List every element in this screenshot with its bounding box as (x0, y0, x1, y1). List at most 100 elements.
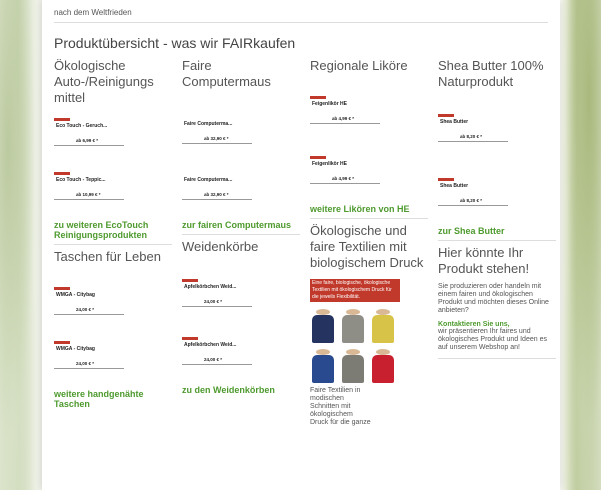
sale-tag (182, 337, 198, 340)
product-name[interactable]: Faire Computerma... (184, 121, 232, 127)
sale-tag (54, 172, 70, 175)
price-underline (438, 205, 508, 206)
shea-butter-link[interactable]: zur Shea Butter (438, 226, 556, 236)
product-price: 24,00 € * (204, 357, 223, 362)
price-underline (54, 145, 124, 146)
tshirt-image (370, 307, 396, 345)
offer-text-2: wir präsentieren Ihr faires und ökologis… (438, 328, 547, 351)
tshirt-image (340, 307, 366, 345)
product-card[interactable]: WMGA - Citybag 24,00 € * (54, 287, 172, 329)
section-heading: Ökologische Auto-/Reinigungs mittel (54, 58, 154, 105)
background-left (0, 0, 40, 490)
product-name[interactable]: Eco Touch - Teppic... (56, 177, 106, 183)
product-name[interactable]: Apfelkörbchen Weid... (184, 342, 236, 348)
more-bags-link[interactable]: weitere handgenähte Taschen (54, 389, 172, 409)
tshirt-image (310, 347, 336, 385)
section-heading: Ökologische und faire Textilien mit biol… (310, 223, 424, 270)
fair-mouse-link[interactable]: zur fairen Computermaus (182, 220, 300, 230)
sale-tag (54, 118, 70, 121)
tshirt-gallery[interactable] (310, 307, 428, 385)
tshirt-image (310, 307, 336, 345)
product-price: ab 10,99 € * (76, 192, 101, 197)
product-card[interactable]: Feigenlikör HE ab 4,99 € * (310, 156, 428, 198)
price-underline (182, 143, 252, 144)
product-name[interactable]: Feigenlikör HE (312, 101, 347, 107)
price-underline (54, 314, 124, 315)
product-price: ab 8,20 € * (460, 134, 483, 139)
section-heading: Weidenkörbe (182, 239, 259, 254)
section-heading: Regionale Liköre (310, 58, 408, 73)
sale-tag (54, 341, 70, 344)
top-note: nach dem Weltfrieden (54, 8, 132, 17)
product-price: 24,00 € * (76, 307, 95, 312)
divider (310, 218, 428, 219)
sale-tag (310, 156, 326, 159)
section-heading: Hier könnte Ihr Produkt stehen! (438, 245, 530, 276)
product-price: 24,00 € * (204, 299, 223, 304)
price-underline (310, 183, 380, 184)
product-name[interactable]: Shea Butter (440, 119, 468, 125)
divider (182, 234, 300, 235)
product-price: ab 8,20 € * (460, 198, 483, 203)
product-price: ab 32,90 € * (204, 136, 229, 141)
product-name[interactable]: Feigenlikör HE (312, 161, 347, 167)
product-name[interactable]: Faire Computerma... (184, 177, 232, 183)
product-card[interactable]: Faire Computerma... ab 32,90 € * (182, 116, 300, 158)
product-card[interactable]: Apfelkörbchen Weid... 24,00 € * (182, 337, 300, 379)
page-title: Produktübersicht - was wir FAIRkaufen (54, 35, 296, 51)
product-price: 24,00 € * (76, 361, 95, 366)
sale-tag (182, 279, 198, 282)
product-card[interactable]: WMGA - Citybag 24,00 € * (54, 341, 172, 383)
price-underline (182, 199, 252, 200)
content-page: nach dem Weltfrieden Produktübersicht - … (42, 0, 560, 490)
divider (54, 22, 548, 23)
product-card[interactable]: Feigenlikör HE ab 4,99 € * (310, 96, 428, 138)
tshirt-image (370, 347, 396, 385)
sale-tag (310, 96, 326, 99)
section-heading: Faire Computermaus (182, 58, 271, 89)
price-underline (54, 368, 124, 369)
sale-tag (54, 287, 70, 290)
price-underline (182, 306, 252, 307)
product-name[interactable]: WMGA - Citybag (56, 292, 95, 298)
price-underline (310, 123, 380, 124)
product-card[interactable]: Faire Computerma... ab 32,90 € * (182, 172, 300, 214)
more-ecotouch-link[interactable]: zu weiteren EcoTouch Reinigungsprodukten (54, 220, 172, 240)
product-price: ab 4,99 € * (332, 176, 355, 181)
column-mouse: Faire Computermaus Faire Computerma... a… (182, 58, 300, 395)
product-price: ab 6,99 € * (76, 138, 99, 143)
price-underline (438, 141, 508, 142)
background-right (561, 0, 601, 490)
baskets-link[interactable]: zu den Weidenkörben (182, 385, 300, 395)
column-cleaning: Ökologische Auto-/Reinigungs mittel Eco … (54, 58, 172, 409)
sale-tag (438, 178, 454, 181)
column-shea: Shea Butter 100% Naturprodukt Shea Butte… (438, 58, 556, 363)
divider (438, 240, 556, 241)
product-card[interactable]: Shea Butter ab 8,20 € * (438, 114, 556, 156)
product-card[interactable]: Apfelkörbchen Weid... 24,00 € * (182, 279, 300, 321)
price-underline (54, 199, 124, 200)
product-name[interactable]: Apfelkörbchen Weid... (184, 284, 236, 290)
product-card[interactable]: Eco Touch - Teppic... ab 10,99 € * (54, 172, 172, 214)
product-card[interactable]: Shea Butter ab 8,20 € * (438, 178, 556, 220)
price-underline (182, 364, 252, 365)
highlight-box: Eine faire, biologische, ökologische Tex… (310, 279, 428, 303)
product-price: ab 4,99 € * (332, 116, 355, 121)
product-name[interactable]: Eco Touch - Geruch... (56, 123, 107, 129)
offer-text: Sie produzieren oder handeln mit einem f… (438, 283, 549, 314)
column-liquors: Regionale Liköre Feigenlikör HE ab 4,99 … (310, 58, 428, 427)
more-liquors-link[interactable]: weitere Likören von HE (310, 204, 428, 214)
product-name[interactable]: Shea Butter (440, 183, 468, 189)
section-heading: Taschen für Leben (54, 249, 161, 264)
textile-caption: Faire Textilien in modischen Schnitten m… (310, 387, 371, 426)
contact-link[interactable]: Kontaktieren Sie uns, (438, 321, 556, 328)
tshirt-image (340, 347, 366, 385)
divider (54, 244, 172, 245)
section-heading: Shea Butter 100% Naturprodukt (438, 58, 544, 89)
divider (438, 358, 556, 359)
product-price: ab 32,90 € * (204, 192, 229, 197)
sale-tag (438, 114, 454, 117)
highlight-text: Eine faire, biologische, ökologische Tex… (310, 279, 400, 302)
product-name[interactable]: WMGA - Citybag (56, 346, 95, 352)
product-card[interactable]: Eco Touch - Geruch... ab 6,99 € * (54, 118, 172, 160)
